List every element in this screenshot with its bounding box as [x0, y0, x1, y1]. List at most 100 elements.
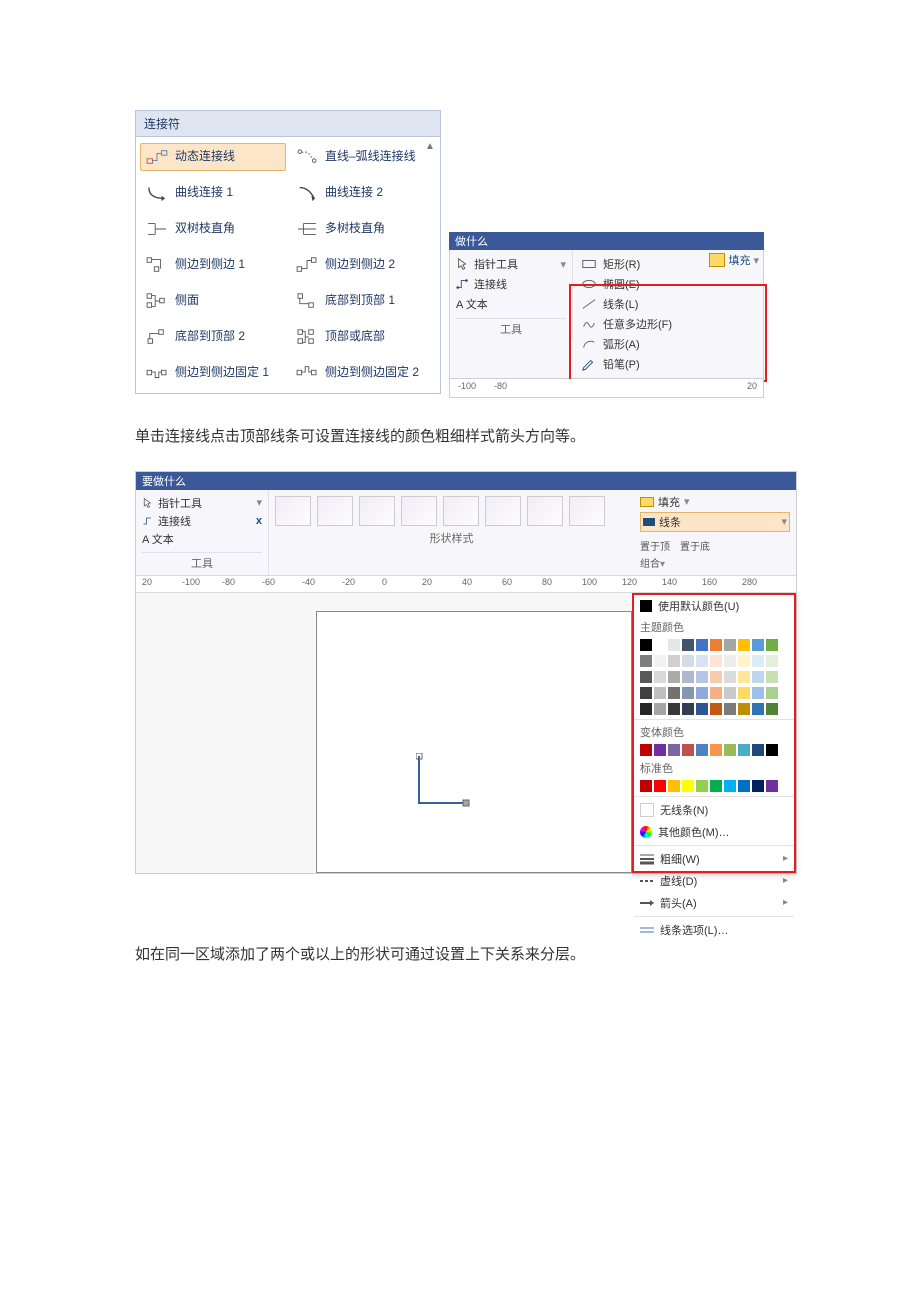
color-swatch[interactable]: [668, 671, 680, 683]
pointer-tool[interactable]: 指针工具 ▾: [456, 254, 566, 274]
color-swatch[interactable]: [682, 655, 694, 667]
color-swatch[interactable]: [724, 703, 736, 715]
color-swatch[interactable]: [668, 780, 680, 792]
color-swatch[interactable]: [668, 687, 680, 699]
color-swatch[interactable]: [766, 780, 778, 792]
color-swatch[interactable]: [654, 639, 666, 651]
send-back[interactable]: 置于底: [680, 538, 710, 553]
color-swatch[interactable]: [696, 703, 708, 715]
color-swatch[interactable]: [654, 671, 666, 683]
style-swatch[interactable]: [443, 496, 479, 526]
close-icon[interactable]: x: [256, 515, 262, 527]
color-swatch[interactable]: [724, 780, 736, 792]
shape-line[interactable]: 线条(L): [579, 294, 757, 314]
color-swatch[interactable]: [682, 744, 694, 756]
color-swatch[interactable]: [640, 639, 652, 651]
color-swatch[interactable]: [640, 703, 652, 715]
style-swatch[interactable]: [485, 496, 521, 526]
color-swatch[interactable]: [682, 780, 694, 792]
color-swatch[interactable]: [654, 703, 666, 715]
color-swatch[interactable]: [738, 780, 750, 792]
color-swatch[interactable]: [696, 780, 708, 792]
no-line[interactable]: 无线条(N): [634, 799, 794, 821]
color-swatch[interactable]: [696, 671, 708, 683]
color-swatch[interactable]: [654, 687, 666, 699]
shape-ellipse[interactable]: 椭圆(E): [579, 274, 757, 294]
connector-line-arc[interactable]: 直线–弧线连接线: [290, 143, 436, 171]
connector-dynamic[interactable]: 动态连接线: [140, 143, 286, 171]
line-arrows[interactable]: 箭头(A): [634, 892, 794, 914]
shape-freeform[interactable]: 任意多边形(F): [579, 314, 757, 334]
color-swatch[interactable]: [738, 744, 750, 756]
color-swatch[interactable]: [738, 655, 750, 667]
color-swatch[interactable]: [696, 744, 708, 756]
color-swatch[interactable]: [654, 655, 666, 667]
style-swatch[interactable]: [569, 496, 605, 526]
pointer-tool-2[interactable]: 指针工具▾: [142, 494, 262, 512]
shape-style-gallery[interactable]: 形状样式: [269, 490, 634, 575]
color-swatch[interactable]: [724, 639, 736, 651]
color-swatch[interactable]: [696, 687, 708, 699]
color-swatch[interactable]: [766, 639, 778, 651]
bring-front[interactable]: 置于顶: [640, 538, 670, 553]
use-default-color[interactable]: 使用默认颜色(U): [634, 595, 794, 617]
color-swatch[interactable]: [668, 639, 680, 651]
color-swatch[interactable]: [682, 671, 694, 683]
color-swatch[interactable]: [654, 744, 666, 756]
scroll-up-icon[interactable]: ▲: [424, 141, 436, 153]
color-swatch[interactable]: [682, 639, 694, 651]
color-swatch[interactable]: [696, 655, 708, 667]
connector-side-fixed-2[interactable]: 侧边到侧边固定 2: [290, 359, 436, 387]
connector-side-to-side-1[interactable]: 侧边到侧边 1: [140, 251, 286, 279]
color-swatch[interactable]: [752, 671, 764, 683]
color-swatch[interactable]: [752, 639, 764, 651]
line-options[interactable]: 线条选项(L)…: [634, 919, 794, 941]
color-swatch[interactable]: [766, 703, 778, 715]
color-swatch[interactable]: [710, 744, 722, 756]
fill-dropdown[interactable]: 填充▾: [640, 494, 790, 510]
color-swatch[interactable]: [654, 780, 666, 792]
drawing-canvas[interactable]: [136, 593, 632, 873]
color-swatch[interactable]: [752, 703, 764, 715]
connector-bottom-top-2[interactable]: 底部到顶部 2: [140, 323, 286, 351]
connector-top-or-bottom[interactable]: 顶部或底部: [290, 323, 436, 351]
color-swatch[interactable]: [668, 655, 680, 667]
color-swatch[interactable]: [724, 744, 736, 756]
color-swatch[interactable]: [710, 639, 722, 651]
color-swatch[interactable]: [738, 687, 750, 699]
color-swatch[interactable]: [766, 671, 778, 683]
text-tool[interactable]: A 文本: [456, 294, 566, 314]
color-swatch[interactable]: [738, 703, 750, 715]
color-swatch[interactable]: [668, 744, 680, 756]
color-swatch[interactable]: [724, 687, 736, 699]
connector-curve-1[interactable]: 曲线连接 1: [140, 179, 286, 207]
color-swatch[interactable]: [696, 639, 708, 651]
line-dropdown[interactable]: 线条▾: [640, 512, 790, 532]
color-swatch[interactable]: [682, 687, 694, 699]
color-swatch[interactable]: [752, 780, 764, 792]
connector-side-to-side-2[interactable]: 侧边到侧边 2: [290, 251, 436, 279]
color-swatch[interactable]: [766, 744, 778, 756]
connector-side[interactable]: 侧面: [140, 287, 286, 315]
shape-pencil[interactable]: 铅笔(P): [579, 354, 757, 374]
line-weight[interactable]: 粗细(W): [634, 848, 794, 870]
connector-tool-2[interactable]: 连接线x: [142, 512, 262, 530]
style-swatch[interactable]: [359, 496, 395, 526]
style-swatch[interactable]: [401, 496, 437, 526]
more-colors[interactable]: 其他颜色(M)…: [634, 821, 794, 843]
color-swatch[interactable]: [640, 687, 652, 699]
connector-double-branch[interactable]: 双树枝直角: [140, 215, 286, 243]
color-swatch[interactable]: [738, 639, 750, 651]
connector-side-fixed-1[interactable]: 侧边到侧边固定 1: [140, 359, 286, 387]
color-swatch[interactable]: [752, 655, 764, 667]
color-swatch[interactable]: [710, 703, 722, 715]
color-swatch[interactable]: [752, 744, 764, 756]
color-swatch[interactable]: [752, 687, 764, 699]
text-tool-2[interactable]: A 文本: [142, 530, 262, 548]
shape-arc[interactable]: 弧形(A): [579, 334, 757, 354]
connector-tool[interactable]: 连接线: [456, 274, 566, 294]
color-swatch[interactable]: [710, 655, 722, 667]
fill-button[interactable]: 填充▾: [709, 252, 759, 268]
color-swatch[interactable]: [766, 655, 778, 667]
color-swatch[interactable]: [738, 671, 750, 683]
